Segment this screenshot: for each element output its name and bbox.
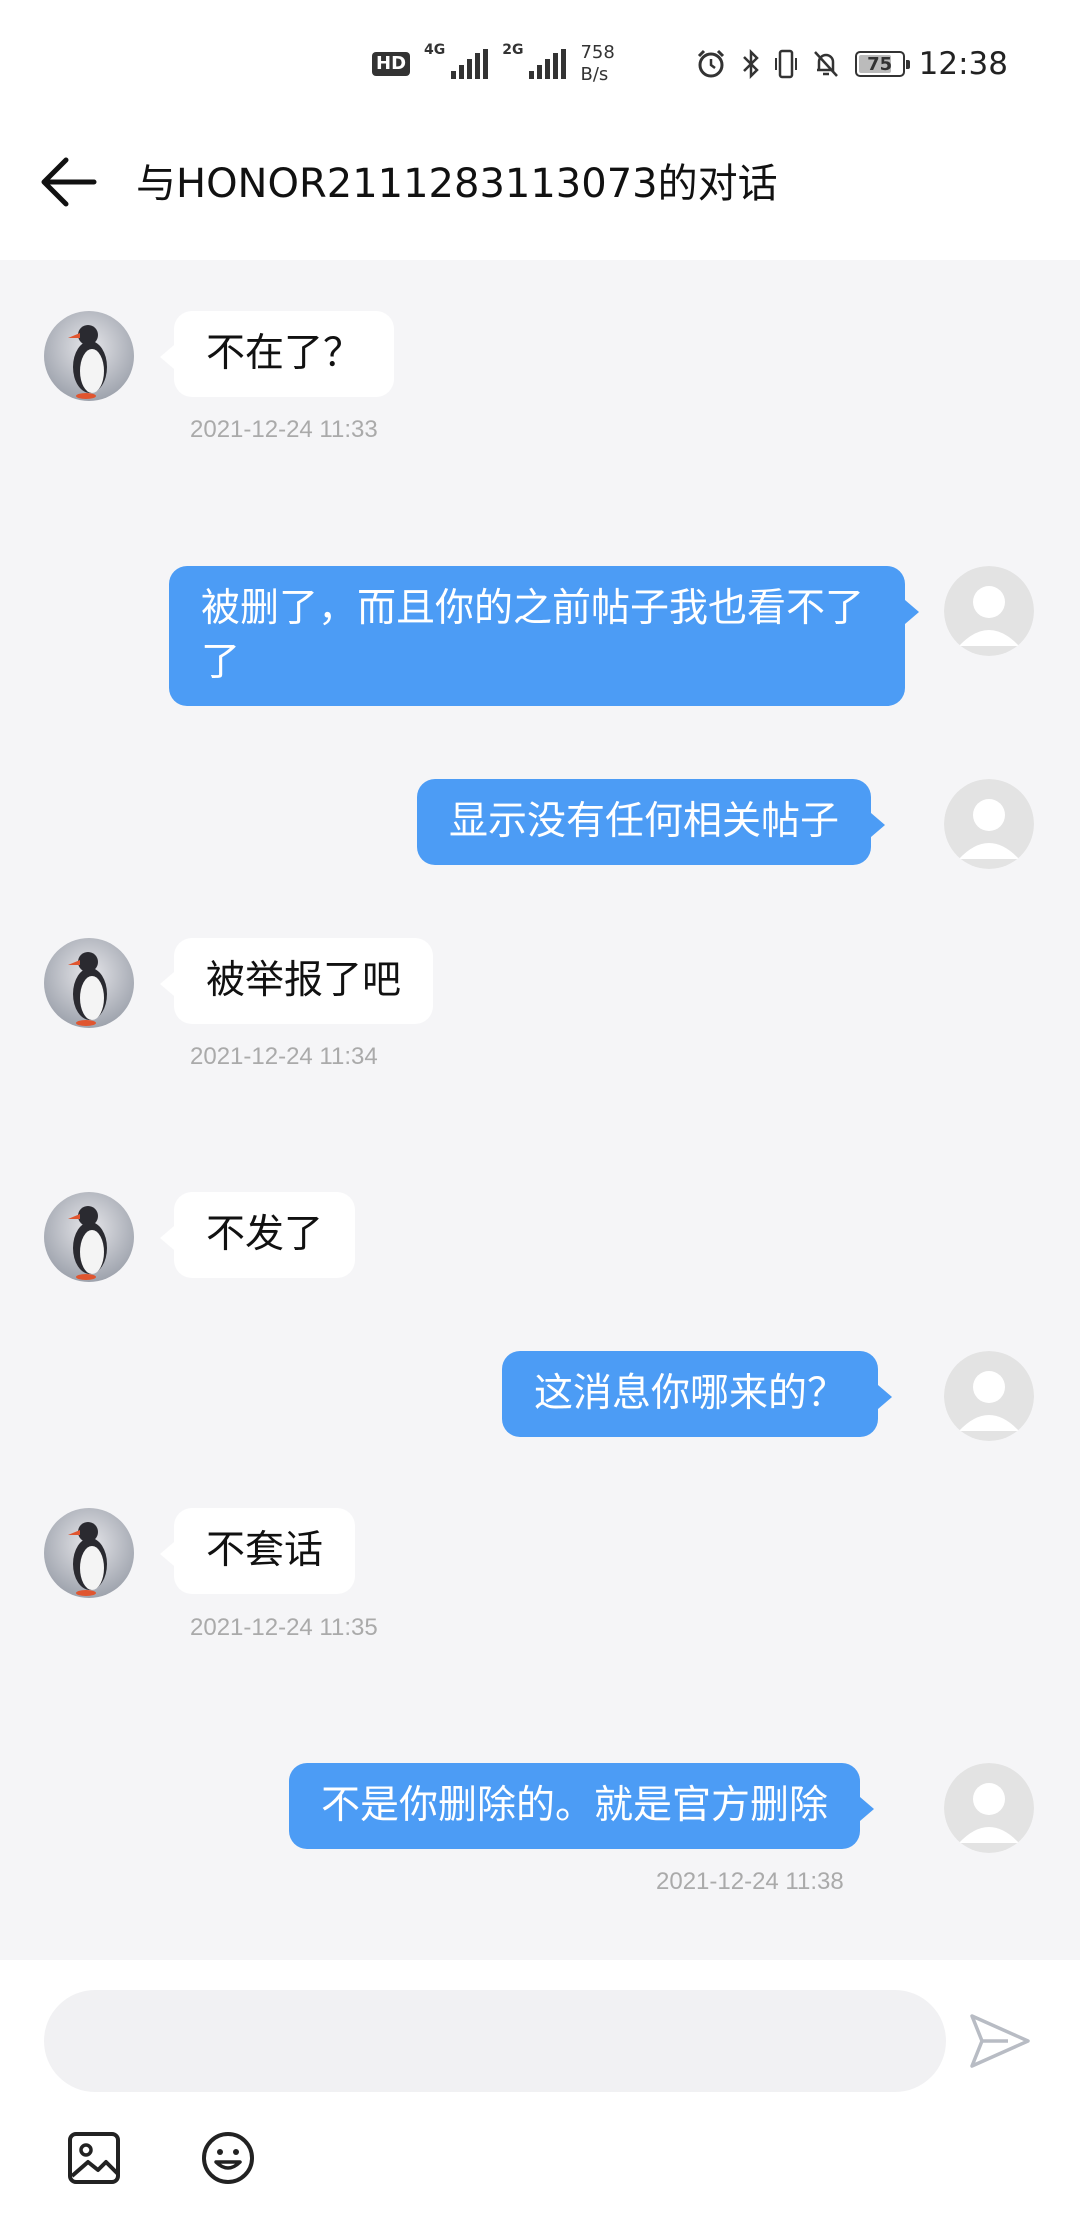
status-clock: 12:38	[918, 46, 1008, 82]
network-type-1: 4G	[424, 42, 446, 58]
message-timestamp: 2021-12-24 11:38	[656, 1868, 844, 1895]
message-bubble-received[interactable]: 被举报了吧	[159, 938, 434, 1024]
hd-badge: HD	[372, 52, 411, 76]
penguin-avatar-icon	[44, 311, 134, 401]
penguin-avatar-icon	[44, 938, 134, 1028]
back-arrow-icon[interactable]	[36, 150, 100, 214]
message-bubble-sent[interactable]: 这消息你哪来的？	[502, 1351, 893, 1437]
default-user-avatar-icon	[944, 1351, 1034, 1441]
default-user-avatar-icon	[944, 1763, 1034, 1853]
image-icon[interactable]	[66, 2130, 122, 2186]
user-avatar[interactable]	[944, 1351, 1034, 1441]
message-text: 被删了，而且你的之前帖子我也看不了了	[201, 586, 865, 685]
penguin-avatar-icon	[44, 1508, 134, 1598]
mute-bell-icon	[813, 51, 838, 77]
status-right: 75 12:38	[695, 38, 1008, 90]
battery-level: 75	[867, 53, 893, 75]
battery-icon: 75	[854, 51, 910, 77]
page-title: 与HONOR2111283113073的对话	[136, 161, 778, 207]
message-bubble-received[interactable]: 不发了	[159, 1192, 356, 1278]
user-avatar[interactable]	[944, 779, 1034, 869]
send-icon[interactable]	[968, 2010, 1032, 2072]
message-timestamp: 2021-12-24 11:33	[190, 416, 378, 443]
message-input[interactable]	[44, 1990, 946, 2092]
message-timestamp: 2021-12-24 11:34	[190, 1043, 378, 1070]
message-bubble-sent[interactable]: 显示没有任何相关帖子	[417, 779, 886, 865]
network-speed-value: 758	[580, 42, 615, 63]
network-speed: 758 B/s	[580, 42, 614, 86]
contact-avatar[interactable]	[44, 938, 134, 1028]
default-user-avatar-icon	[944, 566, 1034, 656]
status-bar: HD 4G 2G 758 B/s 75 12:38	[0, 0, 1080, 120]
penguin-avatar-icon	[44, 1192, 134, 1282]
chat-message-list[interactable]: 不在了？ 2021-12-24 11:33 被删了，而且你的之前帖子我也看不了了…	[0, 260, 1080, 1960]
message-text: 不在了？	[206, 331, 363, 376]
default-user-avatar-icon	[944, 779, 1034, 869]
message-text: 不是你删除的。就是官方删除	[321, 1783, 829, 1828]
contact-avatar[interactable]	[44, 1508, 134, 1598]
network-speed-unit: B/s	[580, 64, 609, 85]
alarm-icon	[697, 49, 724, 78]
status-left: HD 4G 2G 758 B/s	[372, 36, 615, 92]
signal-strength-icon-2	[529, 49, 567, 79]
message-text: 显示没有任何相关帖子	[449, 799, 840, 844]
message-timestamp: 2021-12-24 11:35	[190, 1614, 378, 1641]
network-type-2: 2G	[502, 42, 524, 58]
message-text: 被举报了吧	[206, 958, 402, 1003]
vibrate-icon	[774, 49, 797, 79]
message-bubble-sent[interactable]: 被删了，而且你的之前帖子我也看不了了	[169, 566, 919, 706]
message-text: 这消息你哪来的？	[534, 1371, 847, 1416]
message-text: 不发了	[206, 1212, 324, 1257]
message-text: 不套话	[206, 1528, 324, 1573]
chat-header: 与HONOR2111283113073的对话	[0, 120, 1080, 260]
contact-avatar[interactable]	[44, 1192, 134, 1282]
emoji-icon[interactable]	[200, 2130, 256, 2186]
user-avatar[interactable]	[944, 566, 1034, 656]
message-composer	[0, 1960, 1080, 2228]
contact-avatar[interactable]	[44, 311, 134, 401]
user-avatar[interactable]	[944, 1763, 1034, 1853]
message-bubble-sent[interactable]: 不是你删除的。就是官方删除	[289, 1763, 875, 1849]
bluetooth-icon	[742, 48, 759, 80]
message-bubble-received[interactable]: 不在了？	[159, 311, 395, 397]
signal-strength-icon	[451, 49, 489, 79]
message-bubble-received[interactable]: 不套话	[159, 1508, 356, 1594]
